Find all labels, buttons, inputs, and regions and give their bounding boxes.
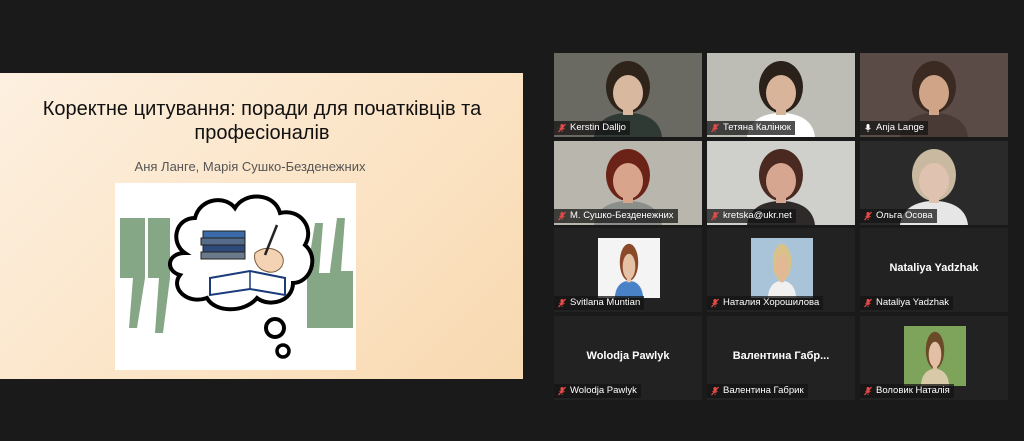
participant-display-name: Валентина Габр...: [732, 350, 830, 362]
participant-name: Anja Lange: [876, 122, 925, 133]
mic-muted-icon: [558, 298, 566, 308]
participant-name-label: Nataliya Yadzhak: [860, 296, 954, 310]
participant-tile[interactable]: Воловик Наталія: [860, 316, 1008, 400]
participant-name-label: Wolodja Pawlyk: [554, 384, 641, 398]
participant-video-feed: [598, 238, 660, 298]
participant-name-label: Svitlana Muntian: [554, 296, 645, 310]
participant-tile[interactable]: Тетяна Калінюк: [707, 53, 855, 137]
mic-muted-icon: [711, 298, 719, 308]
participant-display-name: Wolodja Pawlyk: [586, 350, 670, 362]
participant-tile[interactable]: Kerstin Dalljo: [554, 53, 702, 137]
participant-name: Svitlana Muntian: [570, 297, 641, 308]
mic-muted-icon: [558, 123, 566, 133]
shared-slide: Коректне цитування: поради для початківц…: [0, 73, 523, 379]
participant-name: kretska@ukr.net: [723, 210, 792, 221]
participant-name: Воловик Наталія: [876, 385, 950, 396]
participant-name: Ольга Осова: [876, 210, 933, 221]
participant-name: Nataliya Yadzhak: [876, 297, 950, 308]
participant-tile[interactable]: М. Сушко-Безденежних: [554, 141, 702, 225]
participant-avatar: [751, 238, 813, 298]
quotation-thought-illustration: [120, 194, 353, 359]
participant-tile[interactable]: Наталия Хорошилова: [707, 228, 855, 312]
participant-tile[interactable]: Svitlana Muntian: [554, 228, 702, 312]
mic-muted-icon: [711, 211, 719, 221]
participant-name: Наталия Хорошилова: [723, 297, 820, 308]
participant-name-label: Тетяна Калінюк: [707, 121, 795, 135]
participant-name: Kerstin Dalljo: [570, 122, 626, 133]
participant-name-label: Ольга Осова: [860, 209, 937, 223]
participant-name-label: Воловик Наталія: [860, 384, 954, 398]
participant-tile[interactable]: Anja Lange: [860, 53, 1008, 137]
mic-icon: [865, 124, 871, 132]
mic-muted-icon: [558, 211, 566, 221]
slide-title: Коректне цитування: поради для початківц…: [42, 98, 482, 144]
slide-authors: Аня Ланге, Марія Сушко-Безденежних: [134, 159, 366, 174]
participant-display-name: Nataliya Yadzhak: [889, 262, 979, 274]
participant-name: М. Сушко-Безденежних: [570, 210, 674, 221]
slide-illustration: [115, 183, 356, 370]
participant-name-label: Anja Lange: [860, 121, 929, 135]
participant-video-feed: [751, 238, 813, 298]
mic-muted-icon: [864, 386, 872, 396]
participant-name: Тетяна Калінюк: [723, 122, 791, 133]
mic-muted-icon: [711, 386, 719, 396]
mic-muted-icon: [711, 123, 719, 133]
participant-name-label: Kerstin Dalljo: [554, 121, 630, 135]
participant-name-label: М. Сушко-Безденежних: [554, 209, 678, 223]
participant-name-label: kretska@ukr.net: [707, 209, 796, 223]
participant-name: Валентина Габрик: [723, 385, 804, 396]
participant-avatar: [904, 326, 966, 386]
participant-avatar: [598, 238, 660, 298]
participant-tile[interactable]: Ольга Осова: [860, 141, 1008, 225]
participant-name: Wolodja Pawlyk: [570, 385, 637, 396]
participant-video-feed: [904, 326, 966, 386]
mic-muted-icon: [864, 211, 872, 221]
participant-tile[interactable]: Nataliya Yadzhak Nataliya Yadzhak: [860, 228, 1008, 312]
participant-tile[interactable]: kretska@ukr.net: [707, 141, 855, 225]
participant-tile[interactable]: Валентина Габр... Валентина Габрик: [707, 316, 855, 400]
mic-muted-icon: [558, 386, 566, 396]
participant-name-label: Валентина Габрик: [707, 384, 808, 398]
participant-name-label: Наталия Хорошилова: [707, 296, 824, 310]
participant-tile[interactable]: Wolodja Pawlyk Wolodja Pawlyk: [554, 316, 702, 400]
mic-muted-icon: [864, 298, 872, 308]
